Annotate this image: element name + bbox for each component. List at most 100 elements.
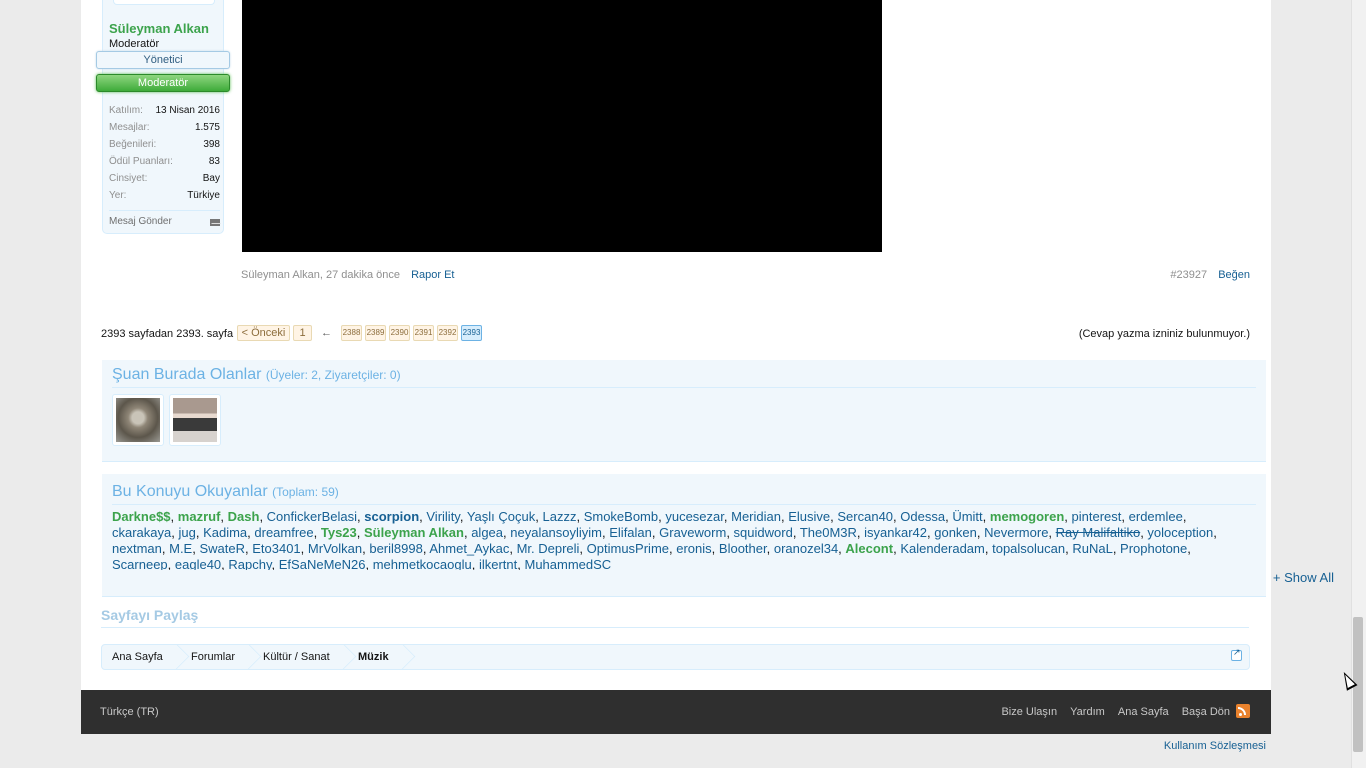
avatar[interactable] [113, 0, 215, 5]
reader-user-link[interactable]: Virility [426, 509, 459, 524]
reader-user-link[interactable]: Kadima [203, 525, 247, 540]
rss-icon[interactable] [1236, 704, 1250, 718]
avatar[interactable] [112, 394, 164, 446]
breadcrumb-forums[interactable]: Forumlar [191, 645, 247, 669]
page-skip-arrow[interactable]: ← [321, 327, 332, 339]
reader-user-link[interactable]: Kalenderadam [900, 541, 985, 556]
post-permalink[interactable]: #23927 [1170, 269, 1207, 281]
breadcrumb-music[interactable]: Müzik [358, 645, 401, 669]
reader-user-link[interactable]: memogoren [990, 509, 1064, 524]
divider [112, 504, 1256, 505]
prev-page-button[interactable]: < Önceki [237, 325, 290, 341]
reader-user-link[interactable]: The0M3R [800, 525, 857, 540]
language-chooser[interactable]: Türkçe (TR) [100, 706, 159, 718]
like-link[interactable]: Beğen [1218, 269, 1250, 281]
send-message-link[interactable]: Mesaj Gönder [109, 210, 220, 227]
reader-user-link[interactable]: yucesezar [665, 509, 724, 524]
stat-trophy-points: Ödül Puanları: 83 [109, 156, 220, 167]
reader-user-link[interactable]: dreamfree [254, 525, 313, 540]
reader-user-link[interactable]: pinterest [1072, 509, 1122, 524]
readers-count: (Toplam: 59) [272, 485, 339, 499]
reader-user-link[interactable]: Graveworm [659, 525, 726, 540]
footer-link-contact[interactable]: Bize Ulaşın [1001, 706, 1057, 718]
reader-user-link[interactable]: OptimusPrime [587, 541, 669, 556]
reader-user-link[interactable]: Nevermore [984, 525, 1048, 540]
reader-user-link[interactable]: Yaşlı Çoçuk [467, 509, 535, 524]
reader-user-link[interactable]: M.E [169, 541, 192, 556]
reader-user-link[interactable]: Bloother [719, 541, 767, 556]
reader-user-link[interactable]: Süleyman Alkan [364, 525, 464, 540]
reader-user-link[interactable]: isyankar42 [864, 525, 927, 540]
reader-user-link[interactable]: mehmetkocaoglu [373, 557, 472, 570]
reader-user-link[interactable]: Dash [228, 509, 260, 524]
page-1-button[interactable]: 1 [293, 325, 312, 341]
reader-user-link[interactable]: Tys23 [321, 525, 357, 540]
reader-user-link[interactable]: Ümitt [952, 509, 982, 524]
reader-user-link[interactable]: RuNaL [1072, 541, 1112, 556]
reader-user-link[interactable]: SmokeBomb [584, 509, 658, 524]
reader-user-link[interactable]: Ray Malifaltiko [1056, 525, 1141, 540]
reader-user-link[interactable]: Lazzz [542, 509, 576, 524]
footer-link-help[interactable]: Yardım [1070, 706, 1105, 718]
reader-user-link[interactable]: SwateR [199, 541, 245, 556]
reader-user-link[interactable]: erdemlee [1129, 509, 1183, 524]
username-link[interactable]: Süleyman Alkan [109, 21, 209, 36]
reader-user-link[interactable]: Elusive [788, 509, 830, 524]
report-link[interactable]: Rapor Et [411, 269, 454, 281]
terms-link[interactable]: Kullanım Sözleşmesi [1164, 740, 1266, 752]
page-2390-button[interactable]: 2390 [389, 325, 410, 341]
reader-user-link[interactable]: Mr. Depreli [517, 541, 580, 556]
reader-user-link[interactable]: ConfickerBelasi [267, 509, 357, 524]
reader-user-link[interactable]: gonken [934, 525, 977, 540]
breadcrumb-home[interactable]: Ana Sayfa [112, 645, 175, 669]
reader-user-link[interactable]: neyalansoyliyim [510, 525, 602, 540]
reader-user-link[interactable]: Rapchy [228, 557, 271, 570]
footer-link-home[interactable]: Ana Sayfa [1118, 706, 1169, 718]
page-2392-button[interactable]: 2392 [437, 325, 458, 341]
page-2389-button[interactable]: 2389 [365, 325, 386, 341]
reader-user-link[interactable]: jug [178, 525, 195, 540]
avatar[interactable] [169, 394, 221, 446]
page-2391-button[interactable]: 2391 [413, 325, 434, 341]
reader-user-link[interactable]: beril8998 [369, 541, 423, 556]
pagination: 2393 sayfadan 2393. sayfa < Önceki 1 ← 2… [101, 324, 1250, 344]
online-users-title[interactable]: Şuan Burada Olanlar [112, 366, 261, 383]
reader-user-link[interactable]: eronis [676, 541, 711, 556]
reader-user-link[interactable]: Meridian [731, 509, 781, 524]
embedded-video[interactable] [242, 0, 882, 252]
reader-user-link[interactable]: Odessa [900, 509, 945, 524]
readers-heading[interactable]: Bu Konuyu Okuyanlar (Toplam: 59) [112, 483, 339, 501]
reader-user-link[interactable]: ckarakaya [112, 525, 171, 540]
page-2388-button[interactable]: 2388 [341, 325, 362, 341]
readers-title[interactable]: Bu Konuyu Okuyanlar [112, 483, 268, 500]
reader-user-link[interactable]: scorpion [364, 509, 419, 524]
reader-user-link[interactable]: topalsolucan [992, 541, 1065, 556]
reader-user-link[interactable]: Darkne$$ [112, 509, 171, 524]
footer-links: Bize Ulaşın Yardım Ana Sayfa Başa Dön [991, 706, 1230, 718]
reader-user-link[interactable]: algea [471, 525, 503, 540]
reader-user-link[interactable]: EfSaNeMeN26 [279, 557, 366, 570]
reader-user-link[interactable]: oranozel34 [774, 541, 838, 556]
reader-user-link[interactable]: MrVolkan [308, 541, 362, 556]
online-users-heading[interactable]: Şuan Burada Olanlar (Üyeler: 2, Ziyaretç… [112, 366, 401, 384]
reader-user-link[interactable]: Sercan40 [837, 509, 893, 524]
footer-link-top[interactable]: Başa Dön [1182, 706, 1230, 718]
reader-user-link[interactable]: Ahmet_Aykac [429, 541, 509, 556]
post-author-time[interactable]: Süleyman Alkan, 27 dakika önce [241, 269, 400, 281]
reader-user-link[interactable]: Elifalan [609, 525, 652, 540]
reader-user-link[interactable]: Eto3401 [252, 541, 300, 556]
reader-user-link[interactable]: squidword [734, 525, 793, 540]
reader-user-link[interactable]: Scarneep [112, 557, 168, 570]
reader-user-link[interactable]: Alecont [845, 541, 893, 556]
reader-user-link[interactable]: eagle40 [175, 557, 221, 570]
reader-user-link[interactable]: MuhammedSC [524, 557, 611, 570]
reader-user-link[interactable]: ilkertnt [479, 557, 517, 570]
show-all-link[interactable]: + Show All [1273, 570, 1334, 585]
reader-user-link[interactable]: Prophotone [1120, 541, 1187, 556]
reader-user-link[interactable]: yoloception [1147, 525, 1213, 540]
reader-user-link[interactable]: nextman [112, 541, 162, 556]
jump-to-icon[interactable] [1231, 647, 1242, 661]
page-2393-button[interactable]: 2393 [461, 325, 482, 341]
breadcrumb-culture-art[interactable]: Kültür / Sanat [263, 645, 342, 669]
reader-user-link[interactable]: mazruf [178, 509, 221, 524]
